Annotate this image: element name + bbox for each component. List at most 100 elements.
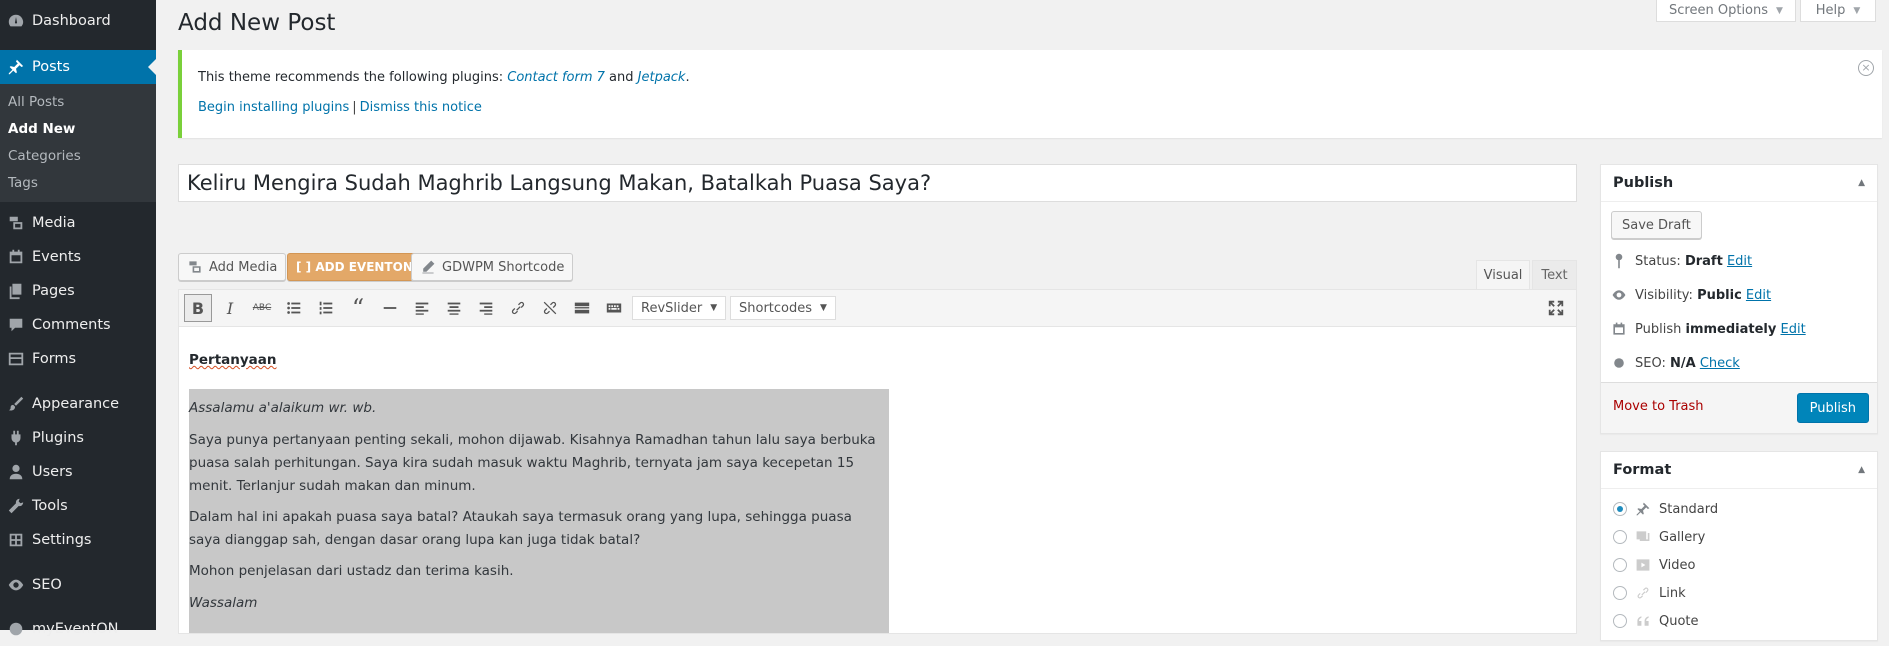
menu-label: Media <box>32 215 76 231</box>
align-left-icon[interactable] <box>408 294 436 322</box>
editor-content[interactable]: Pertanyaan Assalamu a'alaikum wr. wb. Sa… <box>179 326 1576 633</box>
tab-visual[interactable]: Visual <box>1476 260 1530 289</box>
notice-actions: Begin installing plugins | Dismiss this no… <box>198 100 482 115</box>
publish-date-row: Publish immediately Edit <box>1611 321 1806 337</box>
align-center-icon[interactable] <box>440 294 468 322</box>
content-paragraph-5: Wassalam <box>189 595 258 611</box>
menu-seo[interactable]: SEO <box>0 568 156 602</box>
format-option-quote[interactable]: Quote <box>1613 613 1699 629</box>
seo-status-dot-icon <box>1614 358 1624 368</box>
format-radio[interactable] <box>1613 614 1627 628</box>
edit-status-link[interactable]: Edit <box>1727 254 1752 269</box>
format-radio[interactable] <box>1613 530 1627 544</box>
menu-myeventon[interactable]: myEventON <box>0 612 156 646</box>
format-box-header[interactable]: Format ▲ <box>1601 452 1877 489</box>
quote-icon <box>1637 616 1649 626</box>
users-icon <box>0 463 32 481</box>
menu-settings[interactable]: Settings <box>0 523 156 557</box>
begin-installing-link[interactable]: Begin installing plugins <box>198 100 349 115</box>
menu-label: Forms <box>32 351 77 367</box>
publish-box: Publish ▲ Save Draft Status: Draft Edit … <box>1600 164 1878 434</box>
bold-icon[interactable]: B <box>184 294 212 322</box>
pin-icon <box>1615 253 1623 269</box>
collapse-arrow-icon[interactable]: ▲ <box>1858 178 1865 188</box>
editor-toolbar: B I ABC “ RevSlider ▼ Shortcodes ▼ <box>179 290 1576 327</box>
plugin-icon <box>0 429 32 447</box>
numbered-list-icon[interactable] <box>312 294 340 322</box>
publish-date-value: immediately <box>1685 321 1777 337</box>
notice-separator: | <box>352 100 357 115</box>
shortcodes-select[interactable]: Shortcodes ▼ <box>730 296 836 320</box>
menu-label: Dashboard <box>32 13 111 29</box>
menu-label: Posts <box>32 59 70 75</box>
format-box: Format ▲ Standard Gallery Video Link Quo… <box>1600 451 1878 641</box>
menu-pages[interactable]: Pages <box>0 274 156 308</box>
publish-box-header[interactable]: Publish ▲ <box>1601 165 1877 202</box>
format-option-gallery[interactable]: Gallery <box>1613 529 1705 545</box>
collapse-arrow-icon[interactable]: ▲ <box>1858 465 1865 475</box>
edit-date-link[interactable]: Edit <box>1781 322 1806 337</box>
unlink-icon[interactable] <box>536 294 564 322</box>
format-radio[interactable] <box>1613 558 1627 572</box>
submenu-add-new[interactable]: Add New <box>8 121 75 137</box>
menu-users[interactable]: Users <box>0 455 156 489</box>
seo-value: N/A <box>1670 355 1696 371</box>
add-eventon-button[interactable]: [ ] ADD EVENTON <box>287 253 422 281</box>
dismiss-notice-link[interactable]: Dismiss this notice <box>360 100 482 115</box>
align-right-icon[interactable] <box>472 294 500 322</box>
bullet-list-icon[interactable] <box>280 294 308 322</box>
submenu-categories[interactable]: Categories <box>8 148 81 164</box>
fullscreen-icon[interactable] <box>1542 294 1570 322</box>
comment-icon <box>0 316 32 334</box>
help-tab[interactable]: Help ▼ <box>1800 0 1876 22</box>
menu-tools[interactable]: Tools <box>0 489 156 523</box>
read-more-icon[interactable] <box>568 294 596 322</box>
submenu-all-posts[interactable]: All Posts <box>8 94 64 110</box>
publish-actions: Move to Trash Publish <box>1601 382 1877 433</box>
format-radio[interactable] <box>1613 502 1627 516</box>
format-option-video[interactable]: Video <box>1613 557 1695 573</box>
publish-button[interactable]: Publish <box>1796 393 1869 423</box>
plugin-notice: This theme recommends the following plug… <box>178 50 1882 138</box>
pushpin-icon <box>0 58 32 76</box>
menu-forms[interactable]: Forms <box>0 342 156 376</box>
post-editor: B I ABC “ RevSlider ▼ Shortcodes ▼ Perta… <box>178 289 1577 634</box>
contact-form-7-link[interactable]: Contact form 7 <box>507 70 605 85</box>
menu-dashboard[interactable]: Dashboard <box>0 4 156 38</box>
gdwpm-shortcode-button[interactable]: GDWPM Shortcode <box>411 253 574 281</box>
blockquote-icon[interactable]: “ <box>344 294 372 322</box>
move-to-trash-link[interactable]: Move to Trash <box>1613 399 1704 414</box>
revslider-select[interactable]: RevSlider ▼ <box>632 296 727 320</box>
menu-label: SEO <box>32 577 62 593</box>
menu-plugins[interactable]: Plugins <box>0 421 156 455</box>
close-icon[interactable]: × <box>1858 60 1874 76</box>
tab-text[interactable]: Text <box>1532 260 1577 289</box>
status-label: Status: <box>1635 253 1681 269</box>
add-media-button[interactable]: Add Media <box>178 253 287 281</box>
menu-media[interactable]: Media <box>0 206 156 240</box>
seo-check-link[interactable]: Check <box>1700 356 1740 371</box>
seo-row: SEO: N/A Check <box>1611 355 1740 371</box>
menu-label: Events <box>32 249 82 265</box>
screen-options-tab[interactable]: Screen Options ▼ <box>1656 0 1796 22</box>
dashboard-icon <box>0 12 32 30</box>
jetpack-link[interactable]: Jetpack <box>638 70 686 85</box>
menu-posts[interactable]: Posts <box>0 50 156 84</box>
format-radio[interactable] <box>1613 586 1627 600</box>
link-icon[interactable] <box>504 294 532 322</box>
notice-message: This theme recommends the following plug… <box>198 70 690 85</box>
submenu-tags[interactable]: Tags <box>8 175 38 191</box>
horizontal-line-icon[interactable] <box>376 294 404 322</box>
edit-visibility-link[interactable]: Edit <box>1746 288 1771 303</box>
save-draft-button[interactable]: Save Draft <box>1611 211 1702 239</box>
format-option-link[interactable]: Link <box>1613 585 1686 601</box>
menu-label: myEventON <box>32 621 119 637</box>
keyboard-icon[interactable] <box>600 294 628 322</box>
strikethrough-icon[interactable]: ABC <box>248 294 276 322</box>
italic-icon[interactable]: I <box>216 294 244 322</box>
menu-comments[interactable]: Comments <box>0 308 156 342</box>
format-option-standard[interactable]: Standard <box>1613 501 1718 517</box>
post-title-input[interactable] <box>178 164 1577 202</box>
menu-appearance[interactable]: Appearance <box>0 387 156 421</box>
menu-events[interactable]: Events <box>0 240 156 274</box>
